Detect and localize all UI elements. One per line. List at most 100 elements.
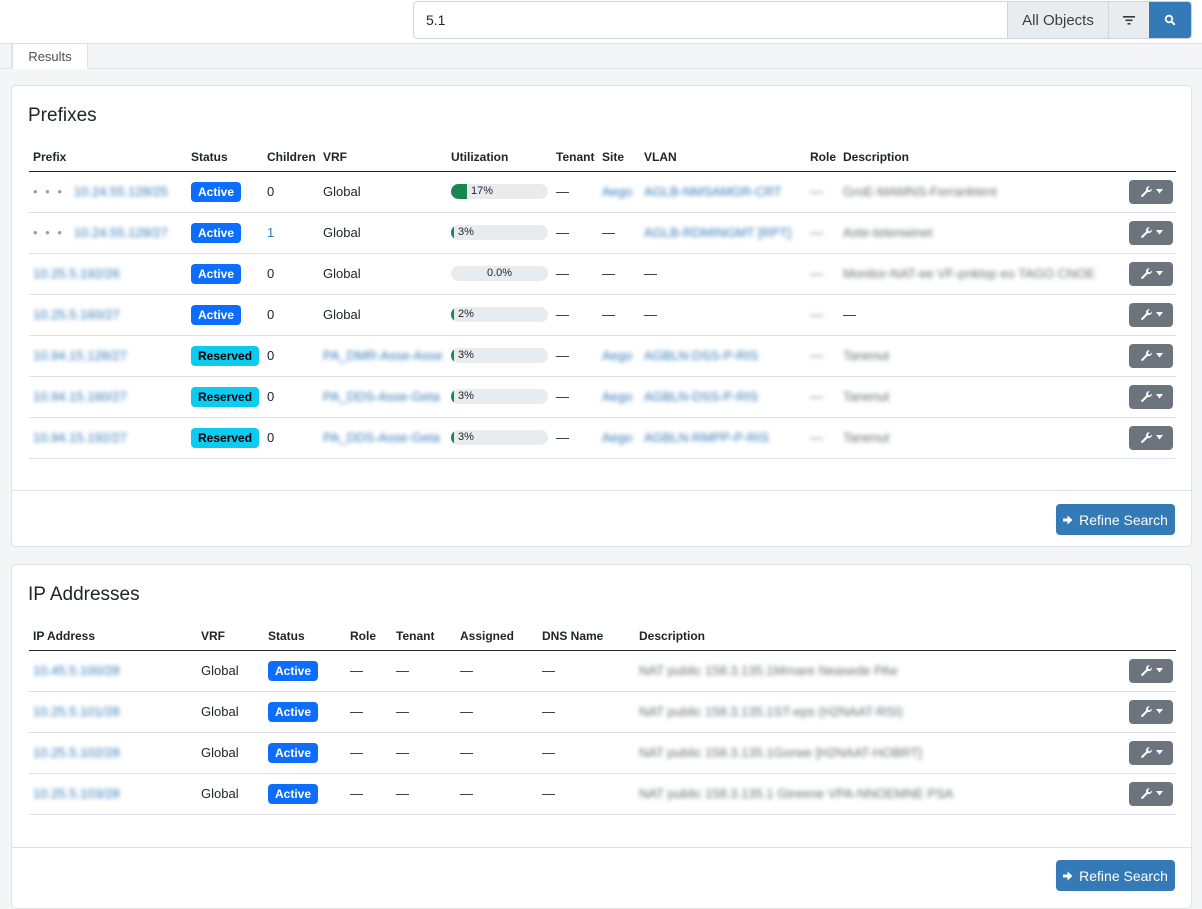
col-description[interactable]: Description xyxy=(839,143,1125,172)
children-count: 0 xyxy=(267,184,275,199)
prefix-vlan[interactable]: AGBLN-RMPP-P-RIS xyxy=(644,430,769,445)
search-icon xyxy=(1164,14,1176,26)
prefix-cell: 10.25.5.192/26 xyxy=(29,253,187,295)
nested-indicator-icon: • • • xyxy=(33,184,64,199)
search-input[interactable] xyxy=(414,2,1007,38)
actions-dropdown-button[interactable] xyxy=(1129,425,1173,450)
prefix-role-cell: — xyxy=(806,294,839,336)
prefix-utilization-cell: 17% xyxy=(447,171,552,213)
refine-search-button[interactable]: Refine Search xyxy=(1056,504,1175,535)
col-ip-description[interactable]: Description xyxy=(635,622,1125,651)
prefix-link[interactable]: 10.94.15.128/27 xyxy=(33,348,127,363)
wrench-icon xyxy=(1140,227,1152,238)
prefix-link[interactable]: 10.94.15.160/27 xyxy=(33,389,127,404)
col-tenant[interactable]: Tenant xyxy=(552,143,598,172)
ip-vrf-cell: Global xyxy=(197,732,264,774)
wrench-icon xyxy=(1140,706,1152,717)
ip-assigned: — xyxy=(460,704,473,719)
prefix-role: — xyxy=(810,184,823,199)
utilization-label: 17% xyxy=(471,185,494,197)
col-ip-dns[interactable]: DNS Name xyxy=(538,622,635,651)
prefix-link[interactable]: 10.24.55.128/27 xyxy=(74,225,168,240)
utilization-fill xyxy=(451,348,454,363)
ip-address-link[interactable]: 10.25.5.101/28 xyxy=(33,704,120,719)
ip-role-cell: — xyxy=(346,650,392,692)
prefix-site-cell: Aego xyxy=(598,376,640,418)
actions-dropdown-button[interactable] xyxy=(1129,343,1173,368)
prefix-vrf-link[interactable]: PA_DMR-Asse-Asse xyxy=(323,348,443,363)
prefix-children-cell: 1 xyxy=(263,212,319,254)
actions-dropdown-button[interactable] xyxy=(1129,384,1173,409)
actions-dropdown-button[interactable] xyxy=(1129,781,1173,806)
utilization-label: 2% xyxy=(458,308,474,320)
col-utilization[interactable]: Utilization xyxy=(447,143,552,172)
wrench-icon xyxy=(1140,268,1152,279)
actions-dropdown-button[interactable] xyxy=(1129,261,1173,286)
prefix-vlan-cell: AGBLN-DSS-P-RIS xyxy=(640,376,806,418)
prefix-row: • • • 10.24.55.128/25 Active 0 Global 17% — Aeg… xyxy=(29,171,1176,213)
col-site[interactable]: Site xyxy=(598,143,640,172)
prefix-tenant-cell: — xyxy=(552,212,598,254)
filter-icon xyxy=(1123,16,1135,25)
prefix-site[interactable]: Aego xyxy=(602,389,632,404)
actions-dropdown-button[interactable] xyxy=(1129,302,1173,327)
actions-dropdown-button[interactable] xyxy=(1129,658,1173,683)
object-type-select[interactable]: All Objects xyxy=(1007,2,1108,38)
col-status[interactable]: Status xyxy=(187,143,263,172)
prefix-vrf-link[interactable]: PA_DDS-Asse-Geta xyxy=(323,430,440,445)
col-children[interactable]: Children xyxy=(263,143,319,172)
ip-address-link[interactable]: 10.25.5.102/28 xyxy=(33,745,120,760)
prefix-vrf-cell: PA_DMR-Asse-Asse xyxy=(319,335,447,377)
prefix-role: — xyxy=(810,348,823,363)
ip-vrf: Global xyxy=(201,663,239,678)
ip-actions-cell xyxy=(1125,732,1176,774)
prefix-site[interactable]: Aego xyxy=(602,430,632,445)
actions-dropdown-button[interactable] xyxy=(1129,740,1173,765)
ip-address-link[interactable]: 10.45.5.100/28 xyxy=(33,663,120,678)
ip-row: 10.25.5.103/28 Global Active — — — — NAT public… xyxy=(29,773,1176,815)
prefix-description: Aste-tetenwinet xyxy=(843,225,933,240)
children-count[interactable]: 1 xyxy=(267,225,274,240)
col-vrf[interactable]: VRF xyxy=(319,143,447,172)
col-ip-role[interactable]: Role xyxy=(346,622,392,651)
prefix-link[interactable]: 10.25.5.160/27 xyxy=(33,307,120,322)
ip-role-cell: — xyxy=(346,732,392,774)
refine-search-button-ip[interactable]: Refine Search xyxy=(1056,860,1175,891)
col-prefix[interactable]: Prefix xyxy=(29,143,187,172)
actions-dropdown-button[interactable] xyxy=(1129,220,1173,245)
prefix-link[interactable]: 10.94.15.192/27 xyxy=(33,430,127,445)
prefix-tenant-cell: — xyxy=(552,294,598,336)
ip-role: — xyxy=(350,786,363,801)
caret-down-icon xyxy=(1155,189,1163,194)
actions-dropdown-button[interactable] xyxy=(1129,699,1173,724)
tab-spacer xyxy=(0,44,12,69)
status-badge: Reserved xyxy=(191,427,260,448)
col-ip-vrf[interactable]: VRF xyxy=(197,622,264,651)
col-vlan[interactable]: VLAN xyxy=(640,143,806,172)
prefix-site[interactable]: Aego xyxy=(602,184,632,199)
prefix-site[interactable]: Aego xyxy=(602,348,632,363)
prefix-link[interactable]: 10.25.5.192/26 xyxy=(33,266,120,281)
col-ip-status[interactable]: Status xyxy=(264,622,346,651)
tab-results[interactable]: Results xyxy=(12,43,88,69)
prefix-vlan[interactable]: AGBLN-DSS-P-RIS xyxy=(644,389,758,404)
ip-dns-cell: — xyxy=(538,732,635,774)
filter-button[interactable] xyxy=(1108,2,1149,38)
status-badge: Active xyxy=(191,222,242,243)
col-ip-tenant[interactable]: Tenant xyxy=(392,622,456,651)
prefix-vlan[interactable]: AGLB-NMSAMGR-CRT xyxy=(644,184,782,199)
ip-assigned-cell: — xyxy=(456,773,538,815)
prefix-link[interactable]: 10.24.55.128/25 xyxy=(74,184,168,199)
actions-dropdown-button[interactable] xyxy=(1129,179,1173,204)
prefix-vrf-link[interactable]: PA_DDS-Asse-Geta xyxy=(323,389,440,404)
col-ip-address[interactable]: IP Address xyxy=(29,622,197,651)
prefix-role: — xyxy=(810,225,823,240)
prefix-cell: 10.94.15.128/27 xyxy=(29,335,187,377)
prefix-vlan[interactable]: AGBLN-DSS-P-RIS xyxy=(644,348,758,363)
search-button[interactable] xyxy=(1149,2,1191,38)
prefix-vlan[interactable]: AGLB-RDMINGMT [RPT] xyxy=(644,225,791,240)
ip-address-link[interactable]: 10.25.5.103/28 xyxy=(33,786,120,801)
ip-role-cell: — xyxy=(346,691,392,733)
col-ip-assigned[interactable]: Assigned xyxy=(456,622,538,651)
col-role[interactable]: Role xyxy=(806,143,839,172)
